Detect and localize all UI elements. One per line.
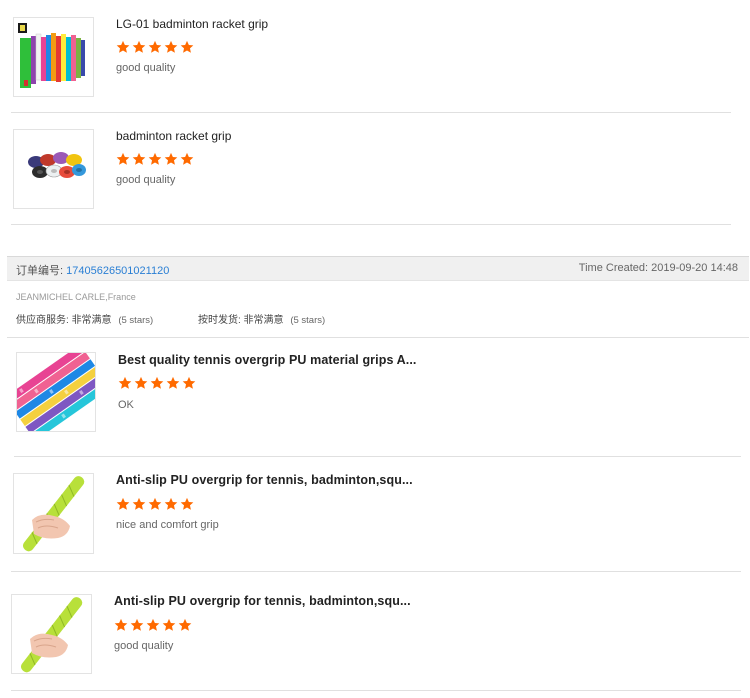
- review-comment: OK: [118, 399, 134, 411]
- product-title[interactable]: Anti-slip PU overgrip for tennis, badmin…: [116, 473, 413, 487]
- star-icon: [114, 618, 128, 631]
- review-comment: good quality: [116, 62, 176, 74]
- divider: [7, 337, 749, 338]
- star-icon: [134, 376, 148, 389]
- review-comment: nice and comfort grip: [116, 519, 219, 531]
- star-icon: [182, 376, 196, 389]
- rating-stars: [116, 40, 194, 54]
- star-icon: [164, 152, 178, 165]
- star-icon: [166, 376, 180, 389]
- buyer-name: JEANMICHEL CARLE,France: [16, 292, 136, 302]
- rating-stars: [114, 618, 192, 632]
- product-title[interactable]: badminton racket grip: [116, 129, 231, 143]
- grip-tapes-package-icon: [18, 23, 85, 88]
- product-thumbnail[interactable]: [13, 473, 94, 554]
- star-icon: [162, 618, 176, 631]
- star-icon: [148, 152, 162, 165]
- star-icon: [180, 40, 194, 53]
- rating-stars: [116, 152, 194, 166]
- review-comment: good quality: [114, 640, 174, 652]
- green-grip-hand-icon: [20, 597, 83, 673]
- star-icon: [118, 376, 132, 389]
- product-title[interactable]: Best quality tennis overgrip PU material…: [118, 353, 416, 367]
- star-icon: [150, 376, 164, 389]
- shipping-stars: (5 stars): [290, 315, 326, 326]
- shipping-value: 非常满意: [243, 315, 284, 326]
- seller-ratings: 供应商服务: 非常满意 (5 stars) 按时发货: 非常满意 (5 star…: [16, 311, 325, 326]
- time-created: Time Created: 2019-09-20 14:48: [578, 262, 738, 274]
- supplier-service-label: 供应商服务:: [16, 315, 69, 326]
- order-number-label: 订单编号:: [16, 265, 64, 277]
- rating-stars: [118, 376, 196, 390]
- star-icon: [146, 618, 160, 631]
- product-thumbnail[interactable]: [11, 594, 92, 674]
- divider: [11, 690, 741, 691]
- divider: [14, 456, 741, 457]
- star-icon: [148, 40, 162, 53]
- product-thumbnail[interactable]: [13, 129, 94, 209]
- star-icon: [180, 152, 194, 165]
- star-icon: [132, 497, 146, 510]
- green-grip-hand-icon: [22, 476, 85, 552]
- star-icon: [130, 618, 144, 631]
- supplier-service-value: 非常满意: [71, 315, 112, 326]
- order-number-link[interactable]: 17405626501021120: [66, 265, 169, 277]
- grip-rolls-icon: [28, 152, 86, 178]
- product-title[interactable]: LG-01 badminton racket grip: [116, 17, 268, 31]
- star-icon: [116, 40, 130, 53]
- star-icon: [132, 152, 146, 165]
- star-icon: [164, 497, 178, 510]
- divider: [11, 224, 731, 225]
- product-thumbnail[interactable]: [16, 352, 96, 432]
- order-header: 订单编号: 17405626501021120 Time Created: 20…: [7, 256, 749, 281]
- star-icon: [148, 497, 162, 510]
- star-icon: [180, 497, 194, 510]
- star-icon: [164, 40, 178, 53]
- review-comment: good quality: [116, 174, 176, 186]
- rating-stars: [116, 497, 194, 511]
- shipping-label: 按时发货:: [197, 315, 241, 326]
- supplier-service-stars: (5 stars): [118, 315, 154, 326]
- colorful-overgrips-icon: [17, 353, 95, 431]
- star-icon: [116, 152, 130, 165]
- star-icon: [178, 618, 192, 631]
- product-thumbnail[interactable]: [13, 17, 94, 97]
- star-icon: [132, 40, 146, 53]
- product-title[interactable]: Anti-slip PU overgrip for tennis, badmin…: [114, 594, 411, 608]
- divider: [11, 571, 741, 572]
- divider: [11, 112, 731, 113]
- star-icon: [116, 497, 130, 510]
